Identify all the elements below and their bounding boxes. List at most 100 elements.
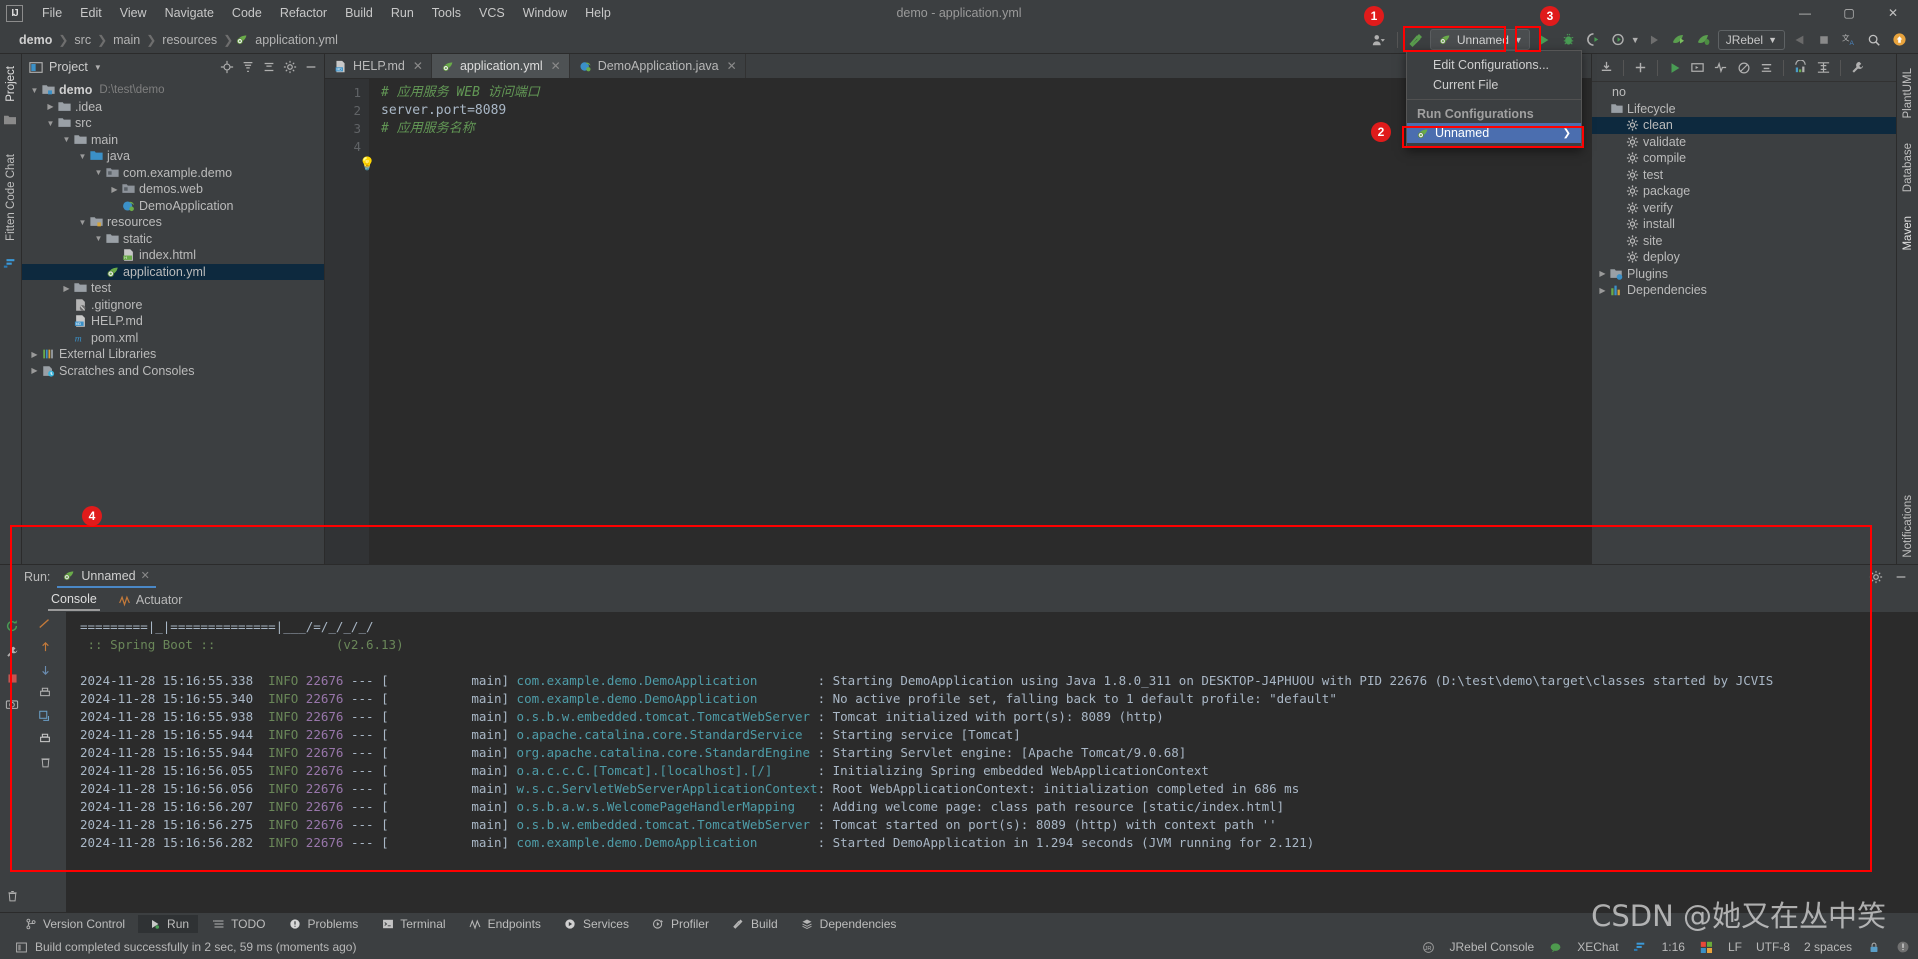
tree-twisty[interactable]: ▼ <box>60 135 73 144</box>
tree-node-resources[interactable]: ▼ resources <box>22 214 324 231</box>
tree-twisty[interactable]: ▼ <box>44 119 57 128</box>
tool-window-bookmarks[interactable] <box>9 552 13 564</box>
tree-node-demos-web[interactable]: ▶ demos.web <box>22 181 324 198</box>
breadcrumb-application-yml[interactable]: application.yml <box>250 32 343 48</box>
profiler-icon[interactable] <box>1813 57 1834 78</box>
breadcrumb-src[interactable]: src <box>69 32 96 48</box>
menu-refactor[interactable]: Refactor <box>271 3 336 23</box>
collapse-all-icon[interactable] <box>261 60 276 74</box>
maven-node-plugins[interactable]: ▶ Plugins <box>1592 266 1896 283</box>
bottom-bar-todo[interactable]: TODO <box>202 915 274 933</box>
editor-tab-demoapplication-java[interactable]: DemoApplication.java ✕ <box>570 54 746 78</box>
intention-bulb-icon[interactable]: 💡 <box>359 156 375 172</box>
folder-icon[interactable] <box>3 114 19 128</box>
tree-node-main[interactable]: ▼ main <box>22 132 324 149</box>
tool-window-plantuml[interactable]: PlantUML <box>1900 62 1916 125</box>
add-icon[interactable] <box>1630 57 1651 78</box>
bottom-bar-terminal[interactable]: Terminal <box>371 915 454 933</box>
expand-levels-icon[interactable] <box>1756 57 1777 78</box>
tree-node--gitignore[interactable]: .gitignore <box>22 297 324 314</box>
dropdown-item-edit-configurations[interactable]: Edit Configurations... <box>1407 55 1581 75</box>
menu-help[interactable]: Help <box>576 3 620 23</box>
tree-node-external-libraries[interactable]: ▶ External Libraries <box>22 346 324 363</box>
lock-icon[interactable] <box>1866 940 1881 954</box>
run-configuration-selector[interactable]: Unnamed ▼ <box>1429 29 1530 50</box>
debug-button[interactable] <box>1558 29 1580 51</box>
tree-node-help-md[interactable]: MD HELP.md <box>22 313 324 330</box>
print-icon[interactable] <box>37 685 53 701</box>
notifications-icon[interactable] <box>1895 940 1910 954</box>
dropdown-item-unnamed[interactable]: Unnamed ❯ <box>1407 123 1581 143</box>
close-icon[interactable]: ✕ <box>413 59 423 73</box>
tree-node-demoapplication[interactable]: DemoApplication <box>22 198 324 215</box>
settings-gear-icon[interactable] <box>282 60 297 74</box>
scroll-up-icon[interactable] <box>37 639 53 655</box>
settings-gear-icon[interactable] <box>1868 570 1883 584</box>
tool-window-fitten-code-chat[interactable]: Fitten Code Chat <box>3 148 19 247</box>
tree-twisty[interactable]: ▼ <box>28 86 41 95</box>
user-icon[interactable] <box>1368 29 1390 51</box>
tree-twisty[interactable]: ▶ <box>44 102 57 111</box>
execute-icon[interactable] <box>1687 57 1708 78</box>
file-encoding[interactable]: UTF-8 <box>1756 940 1790 954</box>
menu-vcs[interactable]: VCS <box>470 3 514 23</box>
maven-node-clean[interactable]: clean <box>1592 117 1896 134</box>
coverage-button[interactable] <box>1583 29 1605 51</box>
tab-actuator[interactable]: Actuator <box>114 591 186 610</box>
line-separator[interactable]: LF <box>1728 940 1742 954</box>
tree-node-pom-xml[interactable]: m pom.xml <box>22 330 324 347</box>
maven-node-no[interactable]: no <box>1592 84 1896 101</box>
tree-twisty[interactable]: ▼ <box>76 152 89 161</box>
bottom-bar-profiler[interactable]: Profiler <box>642 915 718 933</box>
project-tree[interactable]: ▼ demo D:\test\demo ▶ .idea ▼ src ▼ main ▼ java ▼ co… <box>22 80 324 564</box>
tree-node-demo[interactable]: ▼ demo D:\test\demo <box>22 82 324 99</box>
tree-node-java[interactable]: ▼ java <box>22 148 324 165</box>
chevron-down-icon[interactable]: ▼ <box>1631 35 1640 45</box>
fitten-status-icon[interactable] <box>1633 940 1648 954</box>
run-tab-unnamed[interactable]: Unnamed ✕ <box>57 567 156 588</box>
maven-node-lifecycle[interactable]: Lifecycle <box>1592 101 1896 118</box>
tree-node-test[interactable]: ▶ test <box>22 280 324 297</box>
jrebel-console-icon[interactable]: JR <box>1421 940 1436 954</box>
toggle-offline-icon[interactable] <box>1733 57 1754 78</box>
translate-icon[interactable]: 文A <box>1838 29 1860 51</box>
tree-twisty[interactable]: ▶ <box>28 350 41 359</box>
indent-setting[interactable]: 2 spaces <box>1804 940 1852 954</box>
code-content[interactable]: # 应用服务 WEB 访问端口 server.port=8089 # 应用服务名称 <box>369 79 1591 564</box>
caret-position[interactable]: 1:16 <box>1662 940 1685 954</box>
chevron-down-icon[interactable]: ▼ <box>94 63 102 72</box>
menu-edit[interactable]: Edit <box>71 3 111 23</box>
editor-tab-help-md[interactable]: MD HELP.md ✕ <box>325 54 432 78</box>
jrebel-selector[interactable]: JRebel ▼ <box>1717 29 1785 50</box>
tree-twisty[interactable]: ▶ <box>60 284 73 293</box>
dropdown-item-current-file[interactable]: Current File <box>1407 75 1581 95</box>
editor-tab-application-yml[interactable]: application.yml ✕ <box>431 54 570 78</box>
hammer-icon[interactable] <box>1405 29 1427 51</box>
code-editor[interactable]: 1 2 3 4 # 应用服务 WEB 访问端口 server.port=8089 # 应用… <box>325 79 1591 564</box>
maven-node-deploy[interactable]: deploy <box>1592 249 1896 266</box>
run-button[interactable] <box>1533 29 1555 51</box>
tree-twisty[interactable]: ▼ <box>92 234 105 243</box>
export-icon[interactable] <box>37 708 53 724</box>
tree-twisty[interactable]: ▼ <box>92 168 105 177</box>
tree-node-application-yml[interactable]: application.yml <box>22 263 324 280</box>
rerun-icon[interactable] <box>4 618 20 634</box>
hide-panel-icon[interactable] <box>1893 570 1908 584</box>
maven-node-compile[interactable]: compile <box>1592 150 1896 167</box>
collapse-icon[interactable] <box>1596 57 1617 78</box>
scroll-down-icon[interactable] <box>37 662 53 678</box>
menu-file[interactable]: File <box>33 3 71 23</box>
maven-node-validate[interactable]: validate <box>1592 134 1896 151</box>
tree-twisty[interactable]: ▶ <box>28 366 41 375</box>
breadcrumb-main[interactable]: main <box>108 32 145 48</box>
camera-icon[interactable] <box>4 696 20 712</box>
maven-node-install[interactable]: install <box>1592 216 1896 233</box>
jrebel-run-icon[interactable] <box>1668 29 1690 51</box>
xechat-label[interactable]: XEChat <box>1577 940 1618 954</box>
tree-node-scratches-and-consoles[interactable]: ▶ Scratches and Consoles <box>22 363 324 380</box>
tool-window-project[interactable]: Project <box>3 60 19 108</box>
search-icon[interactable] <box>1863 29 1885 51</box>
print2-icon[interactable] <box>37 731 53 747</box>
close-icon[interactable]: ✕ <box>141 569 150 582</box>
tree-twisty[interactable]: ▼ <box>76 218 89 227</box>
